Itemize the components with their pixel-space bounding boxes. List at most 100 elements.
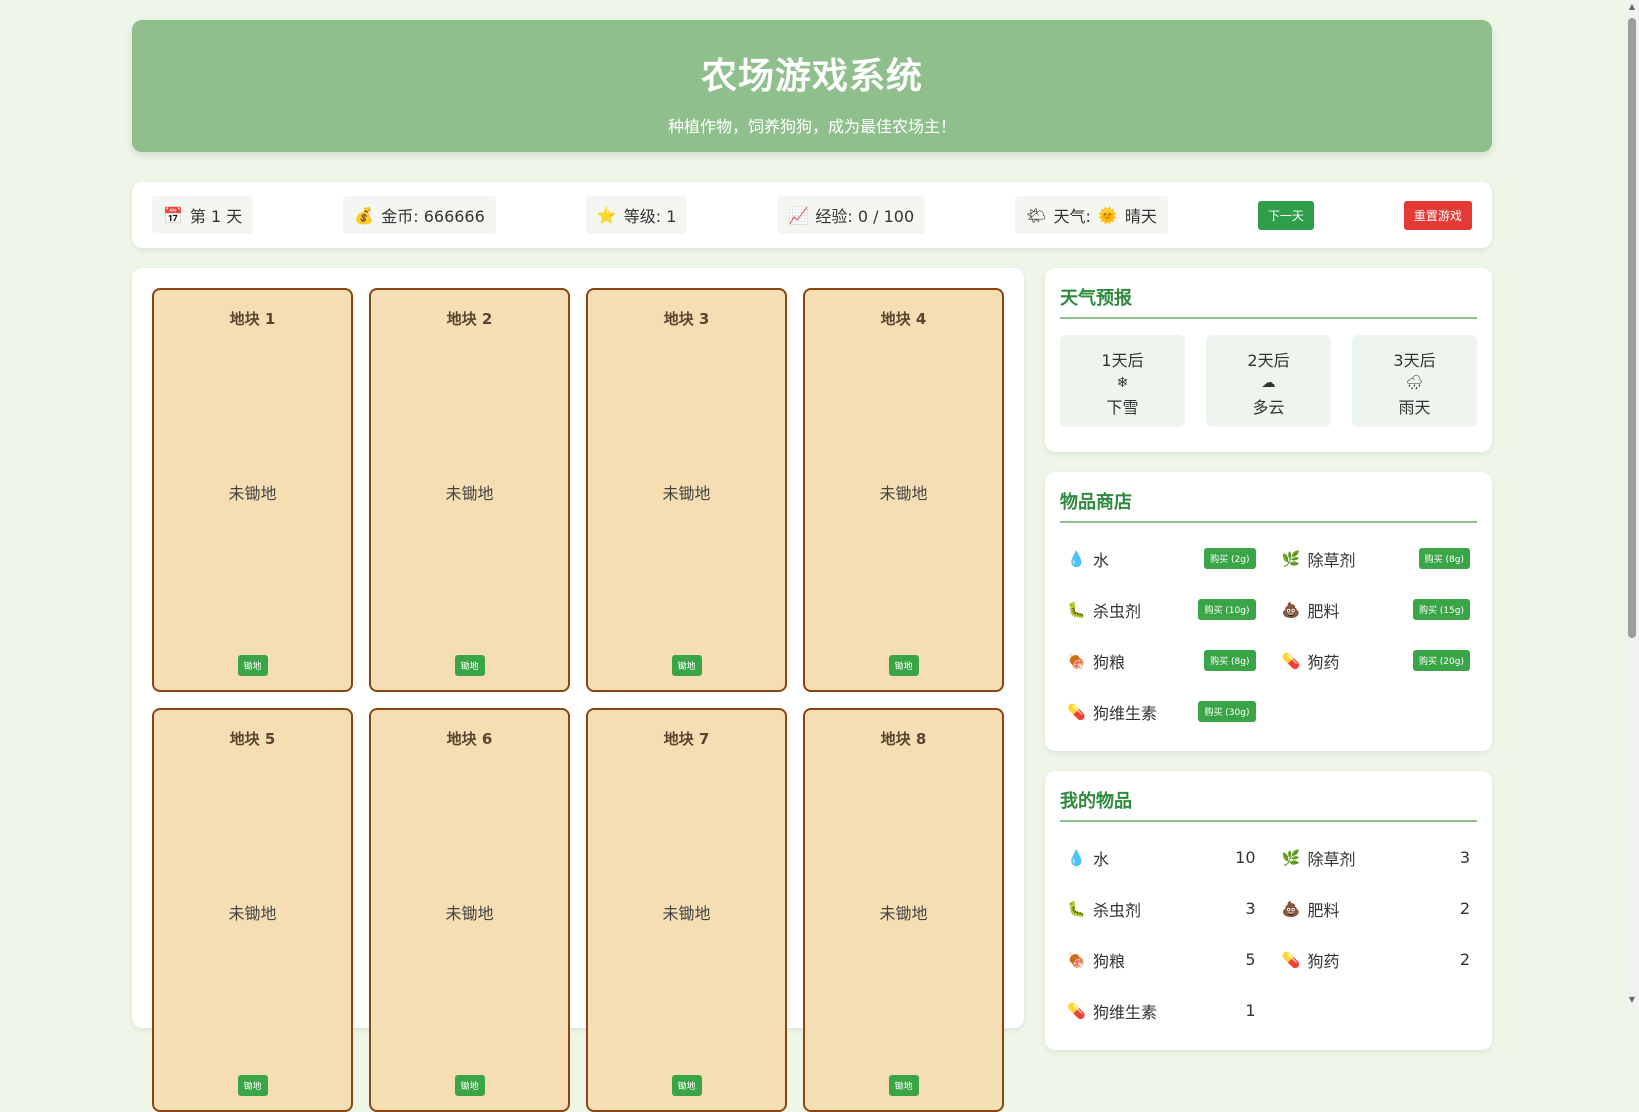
herb-icon: 🌿	[1281, 848, 1301, 867]
scroll-down-icon[interactable]: ▼	[1627, 995, 1637, 1005]
weather-stat: 🌤 天气: 🌞 晴天	[1015, 196, 1168, 234]
shop-title: 物品商店	[1060, 488, 1477, 523]
day-stat: 📅 第 1 天	[152, 196, 254, 234]
inventory-item-name-group: 🌿 除草剂	[1282, 846, 1356, 870]
pill-icon: 💊	[1067, 702, 1086, 721]
till-button[interactable]: 锄地	[237, 1075, 268, 1096]
shop-item-name-group: 💩 肥料	[1282, 598, 1340, 622]
inventory-item-name-group: 💧 水	[1067, 846, 1109, 870]
plot-title: 地块 5	[229, 730, 276, 748]
till-button[interactable]: 锄地	[454, 655, 485, 676]
pill-icon: 💊	[1281, 651, 1301, 670]
forecast-label: 下雪	[1106, 398, 1139, 417]
shop-item-name-group: 💧 水	[1067, 547, 1109, 571]
inventory-item: 🍖 狗粮 5	[1067, 934, 1256, 985]
inventory-item-name: 肥料	[1307, 900, 1340, 920]
inventory-item-name-group: 💊 狗维生素	[1067, 999, 1157, 1023]
app-container: 农场游戏系统 种植作物，饲养狗狗，成为最佳农场主！ 📅 第 1 天 💰 金币: …	[132, 20, 1492, 1112]
shop-item: 💧 水 购买 (2g)	[1067, 533, 1256, 584]
shop-item-name: 除草剂	[1307, 550, 1356, 570]
shop-item-name-group: 💊 狗药	[1282, 649, 1340, 673]
buy-button[interactable]: 购买 (2g)	[1204, 548, 1256, 569]
plot-card[interactable]: 地块 8 未锄地 锄地	[803, 708, 1004, 1112]
pill-icon: 💊	[1067, 1001, 1086, 1020]
page-header: 农场游戏系统 种植作物，饲养狗狗，成为最佳农场主！	[132, 20, 1492, 152]
forecast-title: 天气预报	[1060, 284, 1477, 319]
scrollbar-thumb[interactable]	[1628, 18, 1636, 638]
buy-button[interactable]: 购买 (30g)	[1198, 701, 1256, 722]
page-subtitle: 种植作物，饲养狗狗，成为最佳农场主！	[667, 117, 956, 136]
level-label: 等级: 1	[623, 207, 677, 226]
shop-item: 🍖 狗粮 购买 (8g)	[1067, 635, 1256, 686]
sidebar: 天气预报 1天后 ❄ 下雪 2天后 ☁ 多云 3天后 🌧 雨天 物品商店 💧 水购买 (2g) 🌿 除…	[1045, 268, 1492, 1070]
weather-value: 晴天	[1124, 207, 1157, 226]
inventory-item: 🐛 杀虫剂 3	[1067, 883, 1256, 934]
forecast-day: 2天后 ☁ 多云	[1206, 335, 1331, 427]
inventory-item-name-group: 🐛 杀虫剂	[1067, 897, 1141, 921]
shop-item-name: 狗维生素	[1093, 703, 1158, 723]
bug-icon: 🐛	[1067, 600, 1086, 619]
forecast-day: 1天后 ❄ 下雪	[1060, 335, 1185, 427]
shop-item-name-group: 🐛 杀虫剂	[1067, 598, 1141, 622]
shop-item: 💊 狗药 购买 (20g)	[1282, 635, 1470, 686]
plot-card[interactable]: 地块 6 未锄地 锄地	[369, 708, 570, 1112]
inventory-grid: 💧 水 10 🌿 除草剂 3 🐛 杀虫剂 3 💩 肥料 2 🍖 狗粮 5 💊 狗药 2 💊 狗维生素 1	[1060, 822, 1477, 1050]
buy-button[interactable]: 购买 (10g)	[1198, 599, 1256, 620]
inventory-item-name-group: 💊 狗药	[1282, 948, 1340, 972]
till-button[interactable]: 锄地	[671, 655, 702, 676]
inventory-item-count: 1	[1245, 1001, 1256, 1020]
plot-title: 地块 6	[446, 730, 493, 748]
sun-icon: 🌞	[1097, 205, 1118, 225]
plot-state: 未锄地	[662, 904, 711, 923]
buy-button[interactable]: 购买 (20g)	[1412, 650, 1470, 671]
plot-state: 未锄地	[228, 484, 277, 503]
reset-game-button[interactable]: 重置游戏	[1403, 200, 1472, 230]
scroll-up-icon[interactable]: ▲	[1627, 2, 1637, 12]
plot-state: 未锄地	[445, 484, 494, 503]
till-button[interactable]: 锄地	[454, 1075, 485, 1096]
inventory-item-count: 2	[1459, 950, 1470, 969]
plot-title: 地块 7	[663, 730, 710, 748]
pill-icon: 💊	[1281, 950, 1301, 969]
herb-icon: 🌿	[1281, 549, 1301, 568]
page-scrollbar[interactable]: ▲ ▼	[1625, 0, 1639, 1007]
inventory-item-count: 2	[1459, 899, 1470, 918]
inventory-item-name: 狗粮	[1093, 951, 1126, 971]
forecast-when: 1天后	[1101, 351, 1144, 370]
plot-card[interactable]: 地块 5 未锄地 锄地	[152, 708, 353, 1112]
inventory-item: 💩 肥料 2	[1282, 883, 1471, 934]
inventory-item-name: 狗维生素	[1093, 1002, 1158, 1022]
weather-label: 天气:	[1053, 207, 1091, 226]
money-bag-icon: 💰	[354, 205, 375, 225]
forecast-label: 多云	[1252, 398, 1285, 417]
water-drop-icon: 💧	[1067, 848, 1086, 867]
inventory-item-name: 狗药	[1307, 951, 1340, 971]
till-button[interactable]: 锄地	[671, 1075, 702, 1096]
exp-stat: 📈 经验: 0 / 100	[777, 196, 926, 234]
plot-card[interactable]: 地块 3 未锄地 锄地	[586, 288, 787, 692]
till-button[interactable]: 锄地	[888, 655, 919, 676]
level-stat: ⭐ 等级: 1	[585, 196, 688, 234]
gold-stat: 💰 金币: 666666	[343, 196, 496, 234]
status-bar: 📅 第 1 天 💰 金币: 666666 ⭐ 等级: 1 📈 经验: 0 / 1…	[132, 182, 1492, 248]
forecast-day: 3天后 🌧 雨天	[1352, 335, 1477, 427]
buy-button[interactable]: 购买 (15g)	[1412, 599, 1470, 620]
plot-card[interactable]: 地块 2 未锄地锄地	[369, 288, 570, 692]
plot-card[interactable]: 地块 4 未锄地 锄地	[803, 288, 1004, 692]
plot-state: 未锄地	[662, 484, 711, 503]
shop-item-name: 水	[1093, 550, 1110, 570]
till-button[interactable]: 锄地	[237, 655, 268, 676]
till-button[interactable]: 锄地	[888, 1075, 919, 1096]
bug-icon: 🐛	[1067, 899, 1086, 918]
inventory-item-name: 除草剂	[1307, 849, 1356, 869]
star-icon: ⭐	[596, 205, 617, 225]
plot-state: 未锄地	[879, 904, 928, 923]
plot-grid: 地块 1 未锄地 锄地 地块 2 未锄地 锄地 地块 3 未锄地 锄地 地块 4 未锄地 锄地 地块 5…	[152, 288, 1004, 1112]
next-day-button[interactable]: 下一天	[1257, 200, 1314, 230]
plot-card[interactable]: 地块 1 未锄地 锄地	[152, 288, 353, 692]
plot-card[interactable]: 地块 7 未锄地锄地	[586, 708, 787, 1112]
buy-button[interactable]: 购买 (8g)	[1418, 548, 1470, 569]
shop-item-name-group: 🌿 除草剂	[1282, 547, 1356, 571]
plot-title: 地块 2	[446, 310, 493, 328]
buy-button[interactable]: 购买 (8g)	[1204, 650, 1256, 671]
